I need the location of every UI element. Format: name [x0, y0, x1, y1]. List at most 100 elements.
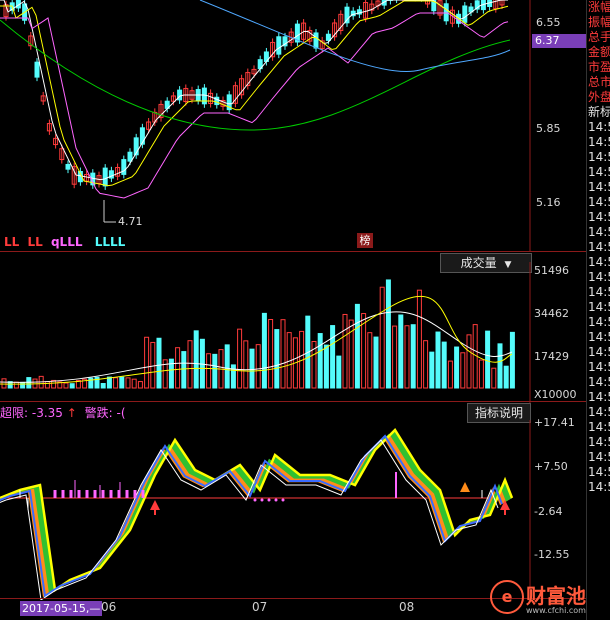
- volume-bar: [454, 346, 460, 389]
- quote-info-item: 14:5: [588, 210, 610, 224]
- candle-body: [443, 3, 449, 22]
- quote-info-item: 外盘: [588, 90, 610, 104]
- panel-divider-2: [0, 401, 586, 402]
- indicator-line-white: [0, 439, 499, 600]
- volume-bar: [181, 351, 187, 389]
- quote-info-item: 14:5: [588, 300, 610, 314]
- ma-legend-3: qLLL: [50, 235, 83, 249]
- volume-bar: [237, 328, 243, 389]
- arrow-up-icon: [150, 500, 160, 515]
- volume-bar: [150, 341, 156, 389]
- quote-info-item: 14:5: [588, 255, 610, 269]
- volume-bar: [156, 337, 162, 389]
- quote-info-item: 14:5: [588, 285, 610, 299]
- volume-bar: [416, 289, 422, 389]
- indicator-line-blue: [0, 434, 503, 598]
- candlestick-series: [3, 0, 505, 190]
- rank-badge[interactable]: 榜: [357, 233, 373, 248]
- volume-bar: [404, 325, 410, 389]
- quote-info-item: 新标: [588, 105, 610, 119]
- indicator-dot: [260, 498, 264, 502]
- volume-bar: [274, 329, 280, 389]
- quote-info-item: 14:5: [588, 450, 610, 464]
- volume-bar: [336, 355, 342, 389]
- candle-body: [276, 36, 282, 55]
- quote-info-item: 14:5: [588, 120, 610, 134]
- volume-bar: [26, 377, 32, 389]
- volume-ma-line: [0, 295, 513, 385]
- volume-bar: [131, 378, 137, 389]
- volume-bar: [113, 377, 119, 389]
- volume-bar: [125, 377, 131, 389]
- quote-info-panel: 涨幅振幅总手金额市盈总市外盘新标14:514:514:514:514:514:5…: [586, 0, 610, 620]
- candle-body: [102, 167, 108, 187]
- low-price-label: 4.71: [118, 215, 143, 228]
- indicator-dot: [253, 498, 257, 502]
- ma5-line: [0, 0, 508, 181]
- quote-info-item: 14:5: [588, 345, 610, 359]
- quote-info-item: 14:5: [588, 195, 610, 209]
- candle-body: [127, 151, 133, 162]
- quote-info-item: 14:5: [588, 135, 610, 149]
- quote-info-item: 振幅: [588, 15, 610, 29]
- price-tick-2: 5.85: [536, 122, 561, 135]
- volume-bar: [423, 340, 429, 389]
- current-price-tag: 6.37: [532, 34, 587, 48]
- volume-bar: [193, 330, 199, 389]
- volume-bar: [230, 364, 236, 389]
- quote-info-item: 14:5: [588, 375, 610, 389]
- quote-info-item: 市盈: [588, 60, 610, 74]
- quote-info-item: 14:5: [588, 405, 610, 419]
- logo-url: www.cfchi.com: [526, 606, 586, 615]
- volume-bar: [243, 340, 249, 389]
- volume-bar: [44, 381, 50, 389]
- quote-info-item: 14:5: [588, 240, 610, 254]
- volume-bar: [466, 334, 472, 389]
- volume-bar: [317, 333, 323, 389]
- indicator-tick-4: -12.55: [534, 548, 570, 561]
- ma10-line: [0, 0, 509, 187]
- quote-info-item: 14:5: [588, 165, 610, 179]
- indicator-tick-3: -2.64: [534, 505, 563, 518]
- volume-bar: [323, 344, 329, 389]
- volume-bar: [249, 348, 255, 389]
- date-cursor-label: 2017-05-15,—: [20, 601, 103, 616]
- quote-info-item: 14:5: [588, 360, 610, 374]
- month-label-08: 08: [399, 600, 415, 614]
- quote-info-item: 14:5: [588, 330, 610, 344]
- quote-info-item: 14:5: [588, 150, 610, 164]
- volume-tick-1: 51496: [534, 264, 569, 277]
- candle-body: [462, 5, 468, 23]
- ma-legend-4: LLLL: [94, 235, 126, 249]
- indicator-chart[interactable]: [0, 420, 586, 600]
- volume-bar: [20, 381, 26, 389]
- volume-bar: [1, 378, 7, 389]
- indicator-dot: [281, 498, 285, 502]
- ma-legend-2: LL: [27, 235, 43, 249]
- volume-bars: [1, 279, 515, 389]
- volume-chart[interactable]: [0, 262, 586, 404]
- month-label-07: 07: [252, 600, 268, 614]
- volume-tick-3: 17429: [534, 350, 569, 363]
- candle-body: [313, 32, 319, 49]
- price-tick-3: 5.16: [536, 196, 561, 209]
- volume-bar: [478, 359, 484, 389]
- volume-bar: [119, 376, 125, 389]
- volume-bar: [447, 360, 453, 389]
- volume-bar: [261, 312, 267, 389]
- quote-info-item: 14:5: [588, 390, 610, 404]
- indicator-bands: [0, 428, 514, 600]
- quote-info-item: 总手: [588, 30, 610, 44]
- volume-bar: [69, 383, 75, 389]
- volume-bar: [497, 343, 503, 389]
- price-tick-1: 6.55: [536, 16, 561, 29]
- quote-info-item: 14:5: [588, 465, 610, 479]
- indicator-tick-1: +17.41: [534, 416, 575, 429]
- indicator-dot: [267, 498, 271, 502]
- quote-info-item: 14:5: [588, 270, 610, 284]
- logo-icon: e: [490, 580, 524, 614]
- volume-bar: [206, 353, 212, 389]
- quote-info-item: 14:5: [588, 435, 610, 449]
- price-chart[interactable]: [0, 0, 586, 252]
- candle-body: [65, 163, 71, 170]
